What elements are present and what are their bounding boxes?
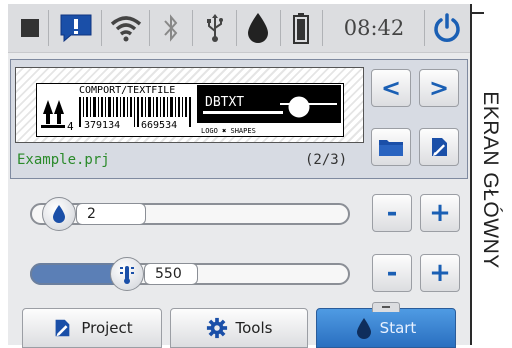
ink-slider-knob[interactable] xyxy=(42,197,76,231)
temperature-slider-row: 550 - + xyxy=(10,248,466,298)
open-folder-button[interactable] xyxy=(371,128,411,166)
wifi-icon xyxy=(107,8,145,48)
side-title: EKRAN GŁÓWNY xyxy=(479,91,502,269)
ink-slider-row: 2 - + xyxy=(10,188,466,238)
label-preview-panel: 4 COMPORT/TEXTFILE 379134 669534 DBTXT L… xyxy=(10,59,468,179)
project-name: Example.prj xyxy=(17,152,110,168)
label-header-text: COMPORT/TEXTFILE xyxy=(79,85,175,96)
project-button-label: Project xyxy=(81,319,133,337)
start-button-label: Start xyxy=(379,319,417,337)
ink-drop-icon xyxy=(53,205,65,223)
thermometer-icon xyxy=(120,266,134,284)
project-button[interactable]: Project xyxy=(22,308,162,348)
start-tab xyxy=(372,302,400,312)
message-icon[interactable] xyxy=(54,8,98,48)
temperature-minus-button[interactable]: - xyxy=(372,254,412,292)
label-small-digit: 4 xyxy=(67,120,74,133)
barcode-left-digits: 379134 xyxy=(84,120,120,131)
temperature-slider-knob[interactable] xyxy=(110,257,144,291)
edit-document-icon xyxy=(432,138,447,156)
ink-drop-icon xyxy=(356,318,371,339)
barcode-right-digits: 669534 xyxy=(141,120,177,131)
side-bracket-top xyxy=(470,12,484,14)
clock: 08:42 xyxy=(343,16,405,40)
temperature-slider-fill xyxy=(30,263,120,285)
prev-button[interactable]: < xyxy=(371,69,411,107)
tools-button[interactable]: Tools xyxy=(170,308,308,348)
temperature-plus-button[interactable]: + xyxy=(420,254,460,292)
tools-button-label: Tools xyxy=(235,319,273,337)
chevron-right-icon: > xyxy=(428,74,450,102)
chevron-left-icon: < xyxy=(380,74,402,102)
edit-document-icon xyxy=(55,319,70,337)
ink-plus-button[interactable]: + xyxy=(420,194,460,232)
status-bar: 08:42 xyxy=(8,4,470,53)
ink-value: 2 xyxy=(76,203,146,225)
power-icon[interactable] xyxy=(428,8,466,48)
gear-icon xyxy=(206,317,227,339)
usb-icon xyxy=(198,8,232,48)
stop-icon[interactable] xyxy=(16,8,44,48)
label-content: 4 COMPORT/TEXTFILE 379134 669534 DBTXT L… xyxy=(36,83,344,137)
label-preview[interactable]: 4 COMPORT/TEXTFILE 379134 669534 DBTXT L… xyxy=(15,67,364,143)
next-button[interactable]: > xyxy=(419,69,459,107)
label-dbtxt: DBTXT xyxy=(205,95,244,110)
ink-minus-button[interactable]: - xyxy=(372,194,412,232)
start-button[interactable]: Start xyxy=(316,308,456,348)
bluetooth-icon xyxy=(154,8,188,48)
folder-icon xyxy=(379,140,403,156)
label-logo-text: LOGO ✖ SHAPES xyxy=(201,127,256,135)
battery-icon xyxy=(284,8,318,48)
edit-project-button[interactable] xyxy=(419,128,459,166)
temperature-value: 550 xyxy=(144,263,198,285)
label-graphic: 4 COMPORT/TEXTFILE 379134 669534 DBTXT L… xyxy=(41,85,341,135)
main-screen: 08:42 4 COMPORT/TEXTFILE 379134 669534 D… xyxy=(8,4,472,348)
project-count: (2/3) xyxy=(305,152,348,168)
ink-drop-icon xyxy=(240,8,276,48)
